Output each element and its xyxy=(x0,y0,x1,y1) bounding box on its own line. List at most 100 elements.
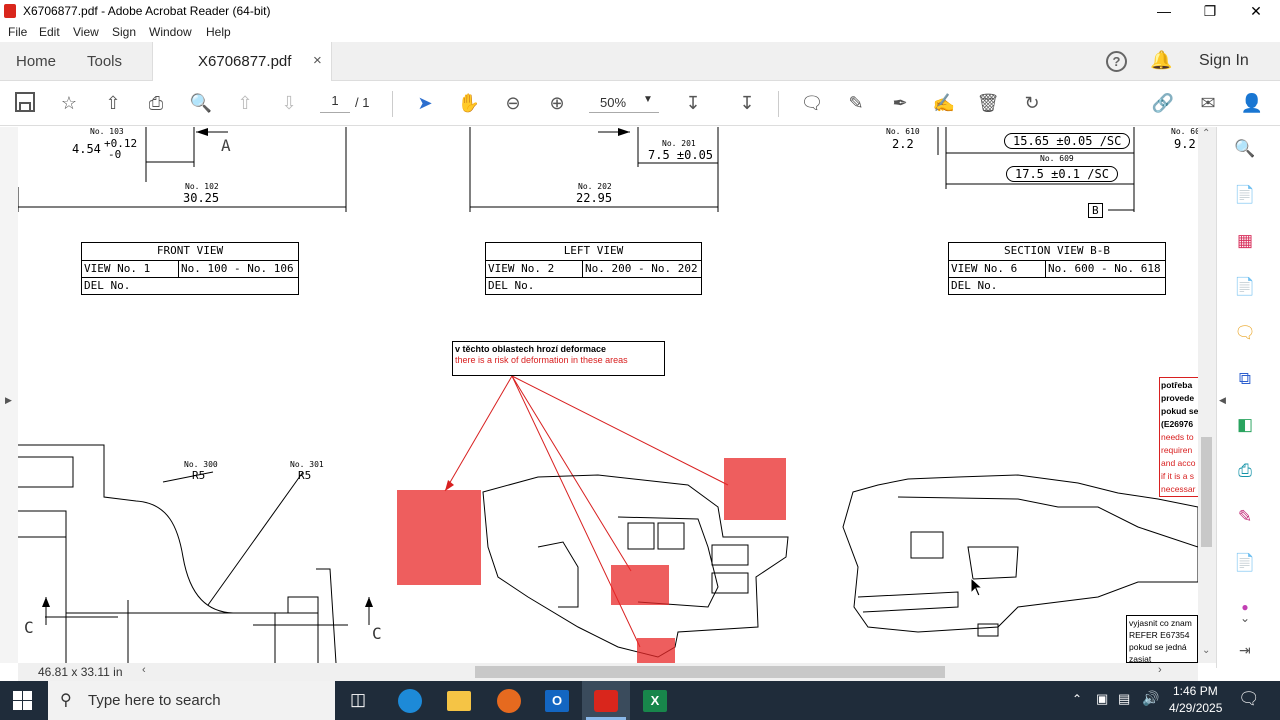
taskbar-time[interactable]: 1:46 PM xyxy=(1173,684,1218,698)
draw-icon[interactable]: ✒ xyxy=(888,91,912,115)
menu-sign[interactable]: Sign xyxy=(112,25,136,39)
refer-note: vyjasnit co znam REFER E67354 pokud se j… xyxy=(1126,615,1198,663)
panel-scroll-down-icon[interactable]: ⌄ xyxy=(1240,611,1250,625)
compress-icon[interactable]: ◧ xyxy=(1233,413,1257,437)
dim-202-value: 22.95 xyxy=(576,191,613,205)
close-tab-icon[interactable]: × xyxy=(313,52,322,69)
tab-home[interactable]: Home xyxy=(16,53,56,70)
taskbar-date[interactable]: 4/29/2025 xyxy=(1169,701,1222,715)
mouse-cursor-icon xyxy=(970,577,984,597)
sign-in-button[interactable]: Sign In xyxy=(1199,52,1249,70)
fill-sign-icon[interactable]: ✍ xyxy=(932,91,956,115)
scroll-left-icon[interactable]: ‹ xyxy=(142,664,146,676)
save-icon[interactable] xyxy=(13,91,37,115)
view-number: VIEW No. 2 xyxy=(488,262,555,275)
menu-file[interactable]: File xyxy=(8,25,27,39)
next-page-icon[interactable]: ⇩ xyxy=(277,91,301,115)
volume-icon[interactable]: 🔊 xyxy=(1142,690,1159,707)
horizontal-scroll-thumb[interactable] xyxy=(475,666,945,678)
more-tools-icon[interactable]: 📄 xyxy=(1233,551,1257,575)
file-explorer-icon[interactable] xyxy=(447,691,471,711)
highlight-pen-icon[interactable]: ✎ xyxy=(844,91,868,115)
create-pdf-icon[interactable]: 📄 xyxy=(1233,275,1257,299)
radius-301: R5 xyxy=(298,469,312,482)
scroll-up-icon[interactable]: ⌃ xyxy=(1202,128,1210,139)
tray-chevron-icon[interactable]: ⌃ xyxy=(1072,692,1082,706)
hand-tool-icon[interactable]: ✋ xyxy=(457,91,481,115)
excel-icon[interactable]: X xyxy=(643,690,667,712)
select-cursor-icon[interactable]: ➤ xyxy=(413,91,437,115)
notification-center-icon[interactable]: 🗨 xyxy=(1238,689,1260,709)
view-table-front: FRONT VIEW VIEW No. 1 No. 100 - No. 106 … xyxy=(81,242,299,295)
share-user-icon[interactable]: 👤 xyxy=(1240,91,1264,115)
taskbar-search-box[interactable]: ⚲ Type here to search xyxy=(48,681,335,720)
taskbar-acrobat-active[interactable] xyxy=(582,681,630,720)
edge-icon[interactable] xyxy=(398,689,422,713)
combine-files-icon[interactable]: ⧉ xyxy=(1233,367,1257,391)
scroll-down-icon[interactable]: ⌄ xyxy=(1202,645,1210,656)
menu-edit[interactable]: Edit xyxy=(39,25,60,39)
search-icon[interactable]: 🔍 xyxy=(1233,137,1257,161)
tab-document[interactable]: X6706877.pdf × xyxy=(152,42,332,81)
delete-icon[interactable]: 🗑 xyxy=(976,91,1000,115)
vertical-scroll-thumb[interactable] xyxy=(1201,437,1212,547)
email-icon[interactable]: ✉ xyxy=(1196,91,1220,115)
del-number: DEL No. xyxy=(84,279,131,292)
dim-no-609: No. 609 xyxy=(1040,154,1074,163)
network-icon[interactable]: ▤ xyxy=(1118,691,1130,707)
req-line: if it is a s xyxy=(1161,471,1195,481)
upload-icon[interactable]: ⇧ xyxy=(101,91,125,115)
menu-help[interactable]: Help xyxy=(206,25,231,39)
scan-ocr-icon[interactable]: ⎙ xyxy=(1233,459,1257,483)
req-line: necessar xyxy=(1161,484,1196,494)
export-pdf-icon[interactable]: 📄 xyxy=(1233,183,1257,207)
req-line: (E26976 xyxy=(1161,419,1194,429)
comment-icon[interactable]: 🗨 xyxy=(800,91,824,115)
tray-device-icon[interactable]: ▣ xyxy=(1096,691,1108,707)
vertical-scrollbar[interactable]: ⌃ ⌄ xyxy=(1198,127,1216,663)
windows-start-icon[interactable] xyxy=(13,691,32,710)
zoom-out-icon[interactable]: ⊖ xyxy=(501,91,525,115)
bookmark-star-icon[interactable]: ☆ xyxy=(57,91,81,115)
firefox-icon[interactable] xyxy=(497,689,521,713)
left-panel-toggle-strip: ▶ xyxy=(0,127,18,663)
menu-view[interactable]: View xyxy=(73,25,99,39)
restore-button[interactable]: ❐ xyxy=(1187,0,1233,22)
rotate-icon[interactable]: ↻ xyxy=(1020,91,1044,115)
deformation-area-left xyxy=(397,490,481,585)
close-button[interactable]: ✕ xyxy=(1233,0,1279,22)
zoom-select[interactable]: 50% ▼ xyxy=(589,93,659,113)
page-number-input[interactable]: 1 xyxy=(320,93,350,113)
link-icon[interactable]: 🔗 xyxy=(1151,91,1175,115)
help-icon[interactable]: ? xyxy=(1106,51,1127,72)
menu-window[interactable]: Window xyxy=(149,25,192,39)
minimize-button[interactable]: — xyxy=(1141,0,1187,22)
organize-pages-icon[interactable]: ▦ xyxy=(1233,229,1257,253)
zoom-in-icon[interactable]: ⊕ xyxy=(545,91,569,115)
bell-icon[interactable]: 🔔 xyxy=(1150,50,1172,71)
scroll-right-icon[interactable]: › xyxy=(1158,664,1162,676)
dim-no-301: No. 301 xyxy=(290,460,324,469)
zoom-value: 50% xyxy=(600,95,627,110)
tab-tools[interactable]: Tools xyxy=(87,53,122,70)
prev-page-icon[interactable]: ⇧ xyxy=(233,91,257,115)
dim-no-201: No. 201 xyxy=(662,139,696,148)
outlook-icon[interactable]: O xyxy=(545,690,569,712)
refer-line: vyjasnit co znam xyxy=(1129,618,1192,628)
view-table-title: SECTION VIEW B-B xyxy=(1004,244,1110,257)
note-english: there is a risk of deformation in these … xyxy=(455,355,628,365)
view-number: VIEW No. 6 xyxy=(951,262,1018,275)
expand-left-panel-icon[interactable]: ▶ xyxy=(5,395,12,406)
task-view-icon[interactable]: ◫ xyxy=(350,690,366,710)
collapse-right-panel-icon[interactable]: ◀ xyxy=(1219,395,1226,406)
fill-sign-panel-icon[interactable]: ✎ xyxy=(1233,505,1257,529)
fit-page-icon[interactable]: ↧ xyxy=(681,91,705,115)
collapse-panel-icon[interactable]: ⇥ xyxy=(1239,642,1251,659)
deformation-area-top-right xyxy=(724,458,786,520)
scroll-mode-icon[interactable]: ↧ xyxy=(735,91,759,115)
dim-no-300: No. 300 xyxy=(184,460,218,469)
zoom-search-icon[interactable]: 🔍 xyxy=(189,91,213,115)
pdf-page[interactable]: No. 103 4.54 +0.12 -0 A No. 102 30.25 No… xyxy=(18,127,1198,663)
print-icon[interactable]: ⎙ xyxy=(144,91,168,115)
comment-panel-icon[interactable]: 🗨 xyxy=(1233,321,1257,345)
